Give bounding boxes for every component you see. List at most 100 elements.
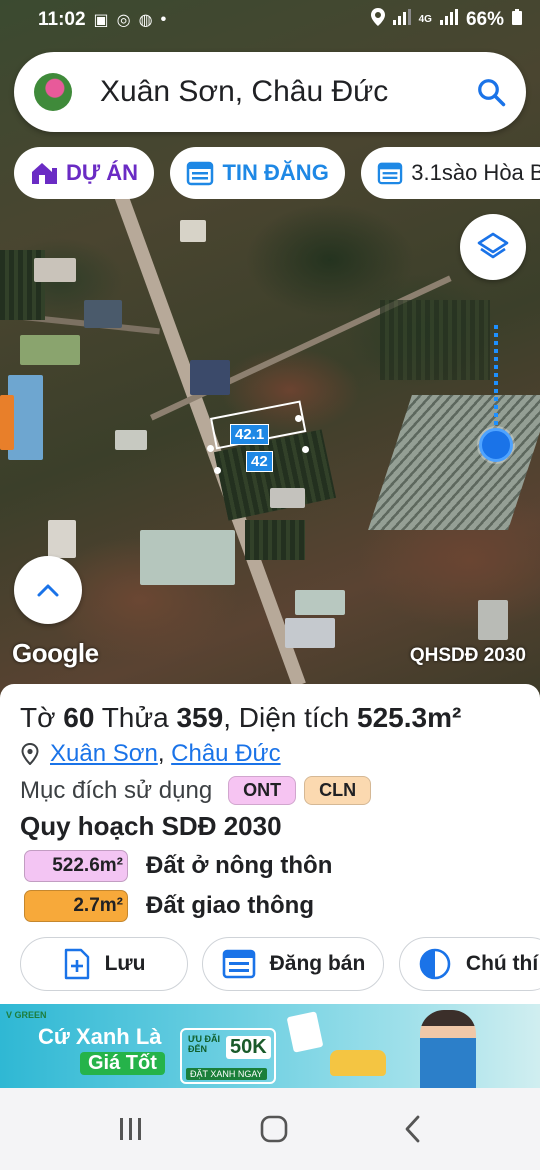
calendar-list-icon <box>222 949 255 979</box>
building-roof <box>84 300 122 328</box>
separator: , <box>157 740 172 767</box>
add-document-icon <box>64 948 89 980</box>
orchard-field <box>245 520 305 560</box>
plan-area-badge: 522.6m² <box>24 850 128 882</box>
chrome-icon: ◎ <box>116 12 131 29</box>
purpose-label: Mục đích sử dụng <box>20 776 213 804</box>
parcel-summary: Tờ 60 Thửa 359, Diện tích 525.3m² <box>20 702 520 734</box>
plot-dimension-bottom: 42 <box>246 451 273 472</box>
separator: , <box>223 702 231 733</box>
building-roof <box>285 618 335 648</box>
system-nav-bar <box>0 1088 540 1170</box>
lot-label: Thửa <box>101 702 169 733</box>
map-layer-label: QHSDĐ 2030 <box>409 645 526 666</box>
building-roof <box>180 220 206 242</box>
building-roof <box>270 488 305 508</box>
half-circle-icon <box>419 948 451 980</box>
ad-banner[interactable]: V GREEN Cứ Xanh Là Giá Tốt ƯU ĐÃI ĐẾN 50… <box>0 1004 540 1088</box>
sheet-number: 60 <box>63 702 95 733</box>
search-input[interactable]: Xuân Sơn, Châu Đức <box>100 75 388 109</box>
network-type-label: 4G <box>418 14 432 25</box>
current-location-dot <box>479 428 513 462</box>
land-use-purpose: Mục đích sử dụng ONT CLN <box>20 776 520 805</box>
building-roof <box>478 600 508 640</box>
chip-label: DỰ ÁN <box>66 160 139 185</box>
area-label: Diện tích <box>238 702 350 733</box>
building-roof <box>295 590 345 615</box>
back-icon[interactable] <box>402 1114 424 1144</box>
plot-corner <box>207 445 214 452</box>
chip-listings[interactable]: TIN ĐĂNG <box>170 147 345 199</box>
lot-number: 359 <box>176 702 224 733</box>
chip-projects[interactable]: DỰ ÁN <box>14 147 155 199</box>
calendar-list-icon <box>378 162 403 185</box>
ad-cta: ĐẶT XANH NGAY <box>186 1068 267 1080</box>
expand-sheet-button[interactable] <box>14 556 82 624</box>
layers-icon <box>477 232 509 259</box>
action-buttons: Lưu Đăng bán Chú thí <box>20 937 540 991</box>
plan-title: Quy hoạch SDĐ 2030 <box>20 811 282 841</box>
chevron-up-icon <box>37 584 59 597</box>
plan-label: Đất ở nông thôn <box>146 852 333 879</box>
plan-row: 2.7m² Đất giao thông <box>20 890 520 922</box>
plot-corner <box>295 415 302 422</box>
notification-dot-icon: • <box>160 11 167 28</box>
commune-link[interactable]: Xuân Sơn <box>50 740 158 768</box>
search-bar[interactable]: Xuân Sơn, Châu Đức <box>14 52 526 132</box>
post-for-sale-button[interactable]: Đăng bán <box>202 937 385 991</box>
plot-corner <box>302 446 309 453</box>
plot-corner <box>214 467 221 474</box>
status-bar: 11:02 ▣ ◎ ◍ • 4G 66% <box>0 0 540 40</box>
layers-button[interactable] <box>460 214 526 280</box>
status-right: 4G 66% <box>370 8 522 32</box>
legend-button[interactable]: Chú thí <box>398 937 540 991</box>
parcel-info-sheet: Tờ 60 Thửa 359, Diện tích 525.3m² Xuân S… <box>0 684 540 1004</box>
orchard-field <box>380 300 490 380</box>
signal-icon <box>439 9 458 31</box>
plan-label: Đất giao thông <box>146 892 314 919</box>
speedometer-icon: ◍ <box>138 12 153 29</box>
save-label: Lưu <box>104 952 146 975</box>
location-pin-icon <box>21 743 39 765</box>
plan-row: 522.6m² Đất ở nông thôn <box>20 850 520 882</box>
google-logo: Google <box>12 638 99 668</box>
avatar[interactable] <box>34 73 72 111</box>
search-icon[interactable] <box>476 77 506 107</box>
legend-label: Chú thí <box>465 952 539 975</box>
ad-headline: Cứ Xanh Là <box>38 1024 162 1049</box>
ad-offer-amount: 50K <box>226 1036 271 1059</box>
save-button[interactable]: Lưu <box>20 937 188 991</box>
building-roof <box>140 530 235 585</box>
ad-car-illustration <box>330 1050 386 1076</box>
parcel-area: 525.3m² <box>357 702 462 733</box>
ad-brand: V GREEN <box>6 1010 47 1020</box>
home-icon[interactable] <box>259 1114 289 1144</box>
ad-phone-illustration <box>286 1011 324 1053</box>
building-roof <box>190 360 230 395</box>
recent-apps-icon[interactable] <box>116 1116 146 1142</box>
sheet-prefix: Tờ <box>20 702 56 733</box>
chip-label: TIN ĐĂNG <box>222 160 329 185</box>
building-roof <box>34 258 76 282</box>
ad-headline-highlight: Giá Tốt <box>80 1052 165 1075</box>
chip-label: 3.1sào Hòa Bì <box>411 160 540 185</box>
ad-offer-caption: ƯU ĐÃI ĐẾN <box>188 1034 220 1054</box>
filter-chips: DỰ ÁN TIN ĐĂNG 3.1sào Hòa Bì <box>14 147 540 199</box>
greenhouse-roof <box>368 395 540 530</box>
chip-recent-listing[interactable]: 3.1sào Hòa Bì <box>361 147 540 199</box>
house-icon <box>32 163 57 184</box>
battery-percent: 66% <box>465 9 504 30</box>
building-roof <box>0 395 14 450</box>
battery-icon <box>512 9 522 31</box>
ad-offer: ƯU ĐÃI ĐẾN 50K ĐẶT XANH NGAY <box>180 1028 276 1084</box>
purpose-badge-cln[interactable]: CLN <box>304 776 372 805</box>
signal-icon <box>392 9 411 31</box>
ad-person-illustration <box>420 1010 476 1088</box>
plan-area-badge: 2.7m² <box>24 890 128 922</box>
plot-dimension-top: 42.1 <box>230 424 270 445</box>
purpose-badge-ont[interactable]: ONT <box>228 776 297 805</box>
district-link[interactable]: Châu Đức <box>171 740 280 768</box>
location-trail <box>494 325 498 428</box>
post-for-sale-label: Đăng bán <box>269 952 366 975</box>
building-roof <box>20 335 80 365</box>
